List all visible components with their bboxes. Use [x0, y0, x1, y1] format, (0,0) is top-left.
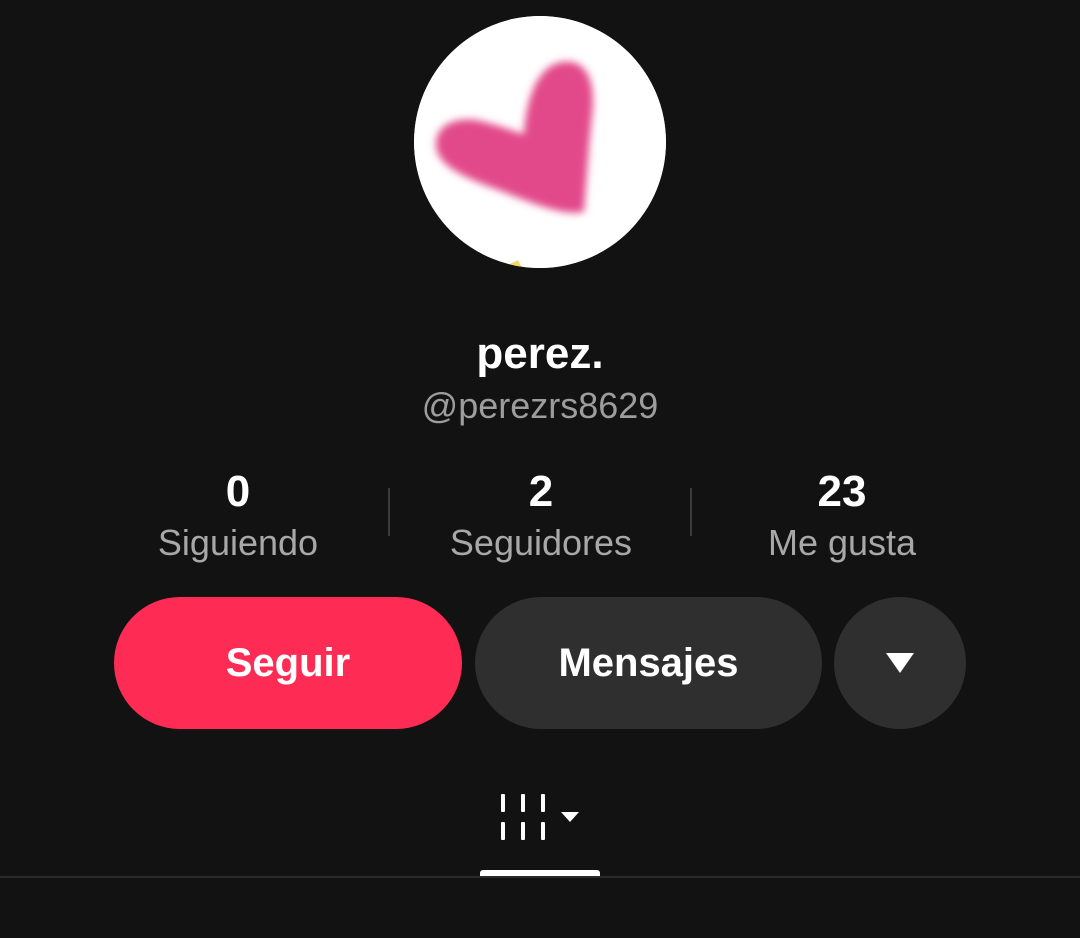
tab-videos[interactable] [480, 782, 600, 856]
profile-avatar[interactable] [414, 16, 666, 268]
follow-button[interactable]: Seguir [114, 597, 462, 729]
more-options-button[interactable] [834, 597, 966, 729]
following-label: Siguiendo [157, 522, 319, 563]
following-count: 0 [225, 467, 251, 516]
caret-down-icon [561, 812, 579, 822]
likes-label: Me gusta [767, 522, 917, 563]
username-handle: @perezrs8629 [421, 385, 659, 426]
triangle-down-icon [886, 653, 914, 673]
followers-label: Seguidores [449, 522, 633, 563]
display-name: perez. [476, 329, 604, 378]
stat-divider [690, 488, 692, 536]
profile-page: perez. @perezrs8629 0 Siguiendo 2 Seguid… [0, 0, 1080, 938]
heart-icon [414, 16, 666, 268]
message-button[interactable]: Mensajes [475, 597, 822, 729]
tab-bar-divider [0, 876, 1080, 878]
likes-count: 23 [817, 467, 867, 516]
stat-likes: 23 Me gusta [712, 466, 972, 567]
stat-divider [388, 488, 390, 536]
followers-count: 2 [528, 467, 554, 516]
video-grid-icon [501, 794, 579, 840]
stat-following[interactable]: 0 Siguiendo [108, 466, 368, 567]
stat-followers[interactable]: 2 Seguidores [411, 466, 671, 567]
